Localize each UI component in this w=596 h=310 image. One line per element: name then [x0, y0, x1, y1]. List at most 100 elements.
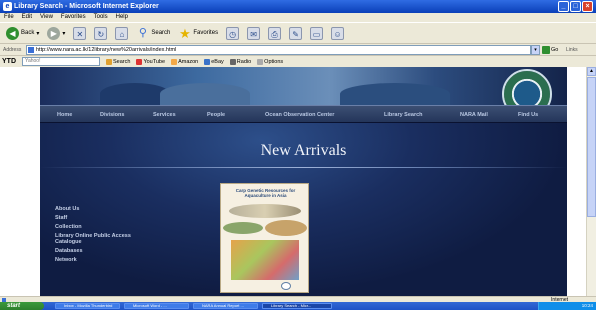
windows-taskbar: start Inbox - Mozilla Thunderbird Micros…: [0, 302, 596, 310]
stop-button[interactable]: ✕: [71, 25, 88, 41]
page-title: New Arrivals: [260, 142, 347, 159]
address-url: http://www.nara.ac.lk/12library/new%20ar…: [36, 47, 177, 53]
search-label: Search: [151, 30, 171, 36]
refresh-button[interactable]: ↻: [92, 25, 109, 41]
refresh-icon: ↻: [94, 26, 108, 40]
go-button[interactable]: Go: [542, 45, 558, 55]
amazon-link[interactable]: Amazon: [171, 58, 198, 65]
mail-button[interactable]: ✉: [245, 25, 262, 41]
home-icon: ⌂: [115, 26, 129, 40]
radio-link[interactable]: Radio: [229, 58, 251, 65]
taskbar-item[interactable]: Microsoft Word - ...: [124, 303, 189, 309]
address-input[interactable]: http://www.nara.ac.lk/12library/new%20ar…: [26, 45, 531, 55]
chevron-down-icon[interactable]: ▾: [36, 30, 39, 37]
youtube-link[interactable]: YouTube: [136, 58, 165, 65]
print-button[interactable]: ⎙: [266, 25, 283, 41]
yahoo-search-button[interactable]: Search: [106, 58, 130, 65]
side-link-about-us[interactable]: About Us: [55, 206, 150, 212]
favorites-button[interactable]: ★ Favorites: [176, 25, 220, 41]
scroll-thumb[interactable]: [587, 77, 596, 217]
nav-library-search[interactable]: Library Search: [384, 112, 423, 118]
back-label: Back: [21, 30, 35, 36]
stop-icon: ✕: [73, 26, 87, 40]
ytd-brand: YTD: [2, 58, 16, 65]
reef-shape: [160, 83, 250, 105]
edit-icon: ✎: [289, 26, 303, 40]
print-icon: ⎙: [268, 26, 282, 40]
search-button[interactable]: ⚲ Search: [134, 25, 172, 41]
nav-services[interactable]: Services: [153, 112, 176, 118]
menu-bar: File Edit View Favorites Tools Help: [0, 13, 596, 22]
taskbar-item[interactable]: NARA Annual Report ...: [193, 303, 258, 309]
clock: 10:24: [581, 303, 593, 308]
back-button[interactable]: ◀ Back ▾: [4, 25, 41, 41]
nav-home[interactable]: Home: [57, 112, 72, 118]
taskbar-item[interactable]: Inbox - Mozilla Thunderbird: [55, 303, 120, 309]
page-viewport: Home Divisions Services People Ocean Obs…: [0, 67, 586, 296]
site-banner: [40, 67, 567, 105]
close-button[interactable]: ×: [582, 1, 593, 12]
options-link[interactable]: Options: [257, 58, 283, 65]
history-icon: ◷: [226, 26, 240, 40]
title-divider: [40, 167, 567, 168]
book-title: Carp Genetic Resources for Aquaculture i…: [235, 188, 296, 198]
messenger-icon: ☺: [331, 26, 345, 40]
address-label: Address: [3, 47, 22, 53]
side-link-staff[interactable]: Staff: [55, 215, 150, 221]
menu-edit[interactable]: Edit: [22, 13, 32, 22]
side-nav: About Us Staff Collection Library Online…: [55, 206, 150, 263]
menu-favorites[interactable]: Favorites: [61, 13, 86, 22]
fish-illustration: [223, 222, 263, 234]
nav-divisions[interactable]: Divisions: [100, 112, 124, 118]
minimize-button[interactable]: _: [558, 1, 569, 12]
address-bar: Address http://www.nara.ac.lk/12library/…: [0, 44, 596, 56]
nara-site: Home Divisions Services People Ocean Obs…: [40, 67, 567, 296]
page-icon: [28, 47, 34, 53]
mail-icon: ✉: [247, 26, 261, 40]
home-button[interactable]: ⌂: [113, 25, 130, 41]
menu-view[interactable]: View: [40, 13, 53, 22]
side-link-opac[interactable]: Library Online Public Access Catalogue: [55, 233, 150, 245]
menu-file[interactable]: File: [4, 13, 14, 22]
folder-button[interactable]: ▭: [308, 25, 325, 41]
browser-window: e Library Search - Microsoft Internet Ex…: [0, 0, 596, 310]
nav-nara-mail[interactable]: NARA Mail: [460, 112, 488, 118]
standard-toolbar: ◀ Back ▾ ▶ ▾ ✕ ↻ ⌂ ⚲ Search ★ Favorites …: [0, 22, 596, 44]
yahoo-search-input[interactable]: Yahoo!: [22, 57, 100, 66]
links-label[interactable]: Links: [566, 45, 578, 55]
forward-arrow-icon: ▶: [47, 26, 61, 40]
menu-help[interactable]: Help: [116, 13, 128, 22]
maximize-button[interactable]: □: [570, 1, 581, 12]
fish-illustration: [229, 204, 301, 218]
reef-shape: [340, 83, 450, 105]
history-button[interactable]: ◷: [224, 25, 241, 41]
edit-button[interactable]: ✎: [287, 25, 304, 41]
chevron-down-icon[interactable]: ▾: [62, 30, 65, 37]
publisher-logo: [281, 282, 291, 290]
messenger-button[interactable]: ☺: [329, 25, 346, 41]
asia-map-illustration: [231, 240, 299, 280]
scroll-up-arrow[interactable]: ▲: [587, 67, 596, 76]
search-icon: ⚲: [138, 26, 147, 39]
vertical-scrollbar[interactable]: ▲: [586, 67, 596, 296]
side-link-network[interactable]: Network: [55, 257, 150, 263]
folder-icon: ▭: [310, 26, 324, 40]
radio-icon: [229, 58, 236, 65]
star-icon: ★: [179, 25, 191, 41]
address-dropdown[interactable]: ▾: [531, 45, 540, 55]
nav-ocean-observation-center[interactable]: Ocean Observation Center: [265, 112, 334, 118]
side-link-databases[interactable]: Databases: [55, 248, 150, 254]
nara-logo: [502, 69, 552, 105]
start-button[interactable]: start: [0, 302, 44, 310]
yahoo-toolbar: YTD Yahoo! Search YouTube Amazon eBay Ra…: [0, 56, 596, 67]
ebay-link[interactable]: eBay: [204, 58, 224, 65]
nav-find-us[interactable]: Find Us: [518, 112, 538, 118]
side-link-collection[interactable]: Collection: [55, 224, 150, 230]
title-bar: e Library Search - Microsoft Internet Ex…: [0, 0, 596, 13]
nav-people[interactable]: People: [207, 112, 225, 118]
taskbar-item-active[interactable]: Library Search - Micr...: [262, 303, 332, 309]
menu-tools[interactable]: Tools: [94, 13, 108, 22]
new-arrival-book-cover[interactable]: Carp Genetic Resources for Aquaculture i…: [220, 183, 309, 293]
system-tray: 10:24: [538, 302, 596, 310]
forward-button[interactable]: ▶ ▾: [45, 25, 67, 41]
